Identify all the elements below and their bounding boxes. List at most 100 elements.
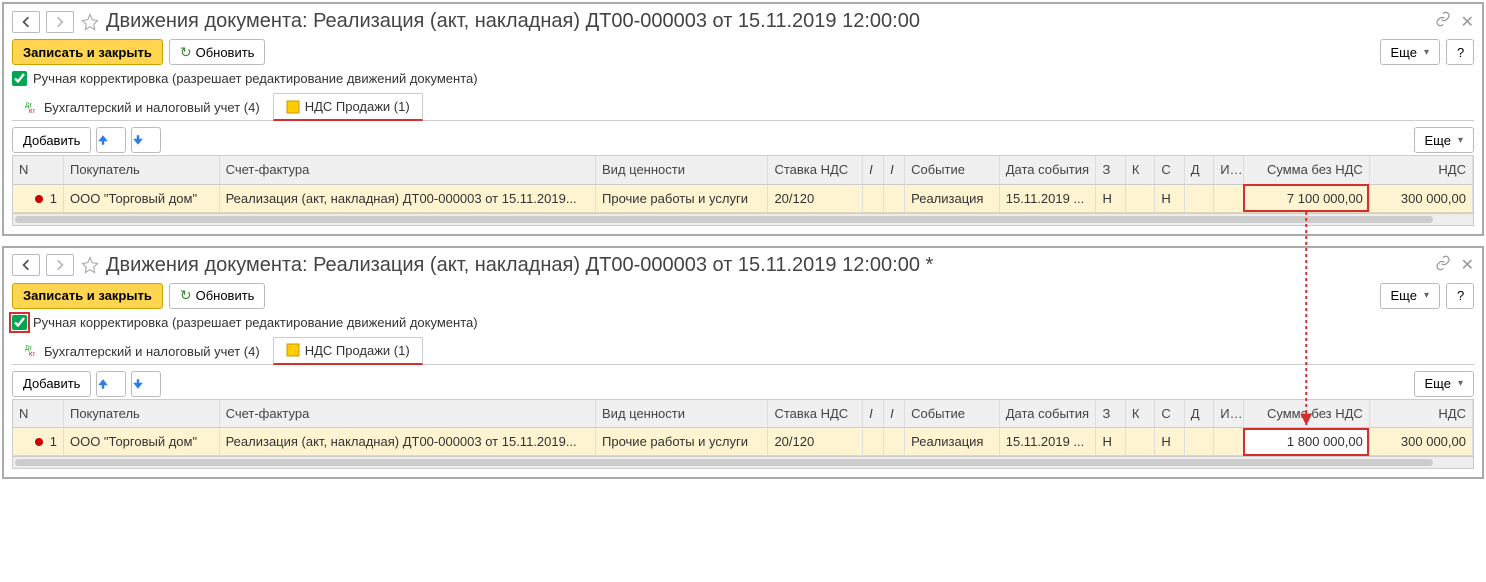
col-event[interactable]: Событие [905, 156, 1000, 184]
table-more-button[interactable]: Еще [1414, 127, 1474, 153]
col-sum[interactable]: Сумма без НДС [1243, 400, 1369, 428]
col-s4[interactable]: Д [1184, 400, 1213, 428]
cell-n[interactable]: 1 [13, 184, 63, 212]
cell-s3[interactable]: Н [1155, 184, 1184, 212]
cell-valtype[interactable]: Прочие работы и услуги [596, 428, 768, 456]
cell-s4[interactable] [1184, 184, 1213, 212]
col-event[interactable]: Событие [905, 400, 1000, 428]
move-up-button[interactable] [96, 127, 126, 153]
add-row-button[interactable]: Добавить [12, 371, 91, 397]
help-button[interactable]: ? [1446, 39, 1474, 65]
cell-flag-r[interactable] [884, 184, 905, 212]
col-flag-r[interactable]: I [884, 156, 905, 184]
nav-forward-button[interactable] [46, 254, 74, 276]
save-close-button[interactable]: Записать и закрыть [12, 39, 163, 65]
table-row[interactable]: 1 ООО "Торговый дом" Реализация (акт, на… [13, 184, 1473, 212]
favorite-star-icon[interactable] [80, 12, 100, 32]
col-s5[interactable]: И... [1214, 400, 1243, 428]
close-icon[interactable]: ✕ [1461, 12, 1474, 32]
cell-s4[interactable] [1184, 428, 1213, 456]
cell-s5[interactable] [1214, 184, 1243, 212]
col-invoice[interactable]: Счет-фактура [219, 400, 595, 428]
cell-s2[interactable] [1125, 184, 1154, 212]
refresh-button[interactable]: ↻Обновить [169, 39, 266, 65]
col-flag-r[interactable]: I [884, 400, 905, 428]
col-s3[interactable]: С [1155, 156, 1184, 184]
more-button[interactable]: Еще [1380, 283, 1440, 309]
cell-flag-l[interactable] [863, 184, 884, 212]
col-sum[interactable]: Сумма без НДС [1243, 156, 1369, 184]
col-s5[interactable]: И... [1214, 156, 1243, 184]
cell-evdate[interactable]: 15.11.2019 ... [999, 184, 1096, 212]
cell-n[interactable]: 1 [13, 428, 63, 456]
cell-s3[interactable]: Н [1155, 428, 1184, 456]
data-grid[interactable]: N Покупатель Счет-фактура Вид ценности С… [12, 155, 1474, 226]
col-s4[interactable]: Д [1184, 156, 1213, 184]
data-grid[interactable]: N Покупатель Счет-фактура Вид ценности С… [12, 399, 1474, 470]
horizontal-scrollbar[interactable] [13, 213, 1473, 225]
col-buyer[interactable]: Покупатель [63, 156, 219, 184]
cell-vat[interactable]: 300 000,00 [1369, 428, 1472, 456]
col-s2[interactable]: К [1125, 400, 1154, 428]
col-flag-l[interactable]: I [863, 400, 884, 428]
cell-vatrate[interactable]: 20/120 [768, 184, 863, 212]
link-icon[interactable] [1435, 255, 1451, 276]
cell-valtype[interactable]: Прочие работы и услуги [596, 184, 768, 212]
more-button[interactable]: Еще [1380, 39, 1440, 65]
link-icon[interactable] [1435, 11, 1451, 32]
manual-correction-checkbox[interactable] [12, 315, 27, 330]
col-valtype[interactable]: Вид ценности [596, 156, 768, 184]
col-flag-l[interactable]: I [863, 156, 884, 184]
manual-correction-checkbox[interactable] [12, 71, 27, 86]
cell-buyer[interactable]: ООО "Торговый дом" [63, 184, 219, 212]
col-n[interactable]: N [13, 156, 63, 184]
nav-back-button[interactable] [12, 11, 40, 33]
col-s3[interactable]: С [1155, 400, 1184, 428]
cell-sum-novat[interactable]: 7 100 000,00 [1243, 184, 1369, 212]
tab-accounting[interactable]: ДтКт Бухгалтерский и налоговый учет (4) [12, 93, 273, 121]
col-evdate[interactable]: Дата события [999, 156, 1096, 184]
cell-s2[interactable] [1125, 428, 1154, 456]
cell-flag-l[interactable] [863, 428, 884, 456]
table-row[interactable]: 1 ООО "Торговый дом" Реализация (акт, на… [13, 428, 1473, 456]
tab-vat-sales[interactable]: НДС Продажи (1) [273, 93, 423, 121]
cell-event[interactable]: Реализация [905, 184, 1000, 212]
refresh-button[interactable]: ↻Обновить [169, 283, 266, 309]
cell-flag-r[interactable] [884, 428, 905, 456]
tab-vat-sales[interactable]: НДС Продажи (1) [273, 337, 423, 365]
move-down-button[interactable] [131, 127, 161, 153]
col-s2[interactable]: К [1125, 156, 1154, 184]
cell-invoice[interactable]: Реализация (акт, накладная) ДТ00-000003 … [219, 184, 595, 212]
col-s1[interactable]: З [1096, 156, 1125, 184]
col-valtype[interactable]: Вид ценности [596, 400, 768, 428]
col-vatrate[interactable]: Ставка НДС [768, 156, 863, 184]
col-evdate[interactable]: Дата события [999, 400, 1096, 428]
table-more-button[interactable]: Еще [1414, 371, 1474, 397]
nav-back-button[interactable] [12, 254, 40, 276]
cell-vatrate[interactable]: 20/120 [768, 428, 863, 456]
move-down-button[interactable] [131, 371, 161, 397]
cell-invoice[interactable]: Реализация (акт, накладная) ДТ00-000003 … [219, 428, 595, 456]
cell-s1[interactable]: Н [1096, 428, 1125, 456]
move-up-button[interactable] [96, 371, 126, 397]
cell-buyer[interactable]: ООО "Торговый дом" [63, 428, 219, 456]
cell-s1[interactable]: Н [1096, 184, 1125, 212]
col-s1[interactable]: З [1096, 400, 1125, 428]
col-buyer[interactable]: Покупатель [63, 400, 219, 428]
nav-forward-button[interactable] [46, 11, 74, 33]
col-invoice[interactable]: Счет-фактура [219, 156, 595, 184]
col-vatrate[interactable]: Ставка НДС [768, 400, 863, 428]
col-vat[interactable]: НДС [1369, 400, 1472, 428]
help-button[interactable]: ? [1446, 283, 1474, 309]
horizontal-scrollbar[interactable] [13, 456, 1473, 468]
cell-sum-novat[interactable]: 1 800 000,00 [1243, 428, 1369, 456]
save-close-button[interactable]: Записать и закрыть [12, 283, 163, 309]
col-vat[interactable]: НДС [1369, 156, 1472, 184]
cell-vat[interactable]: 300 000,00 [1369, 184, 1472, 212]
tab-accounting[interactable]: ДтКт Бухгалтерский и налоговый учет (4) [12, 337, 273, 365]
favorite-star-icon[interactable] [80, 255, 100, 275]
cell-s5[interactable] [1214, 428, 1243, 456]
col-n[interactable]: N [13, 400, 63, 428]
add-row-button[interactable]: Добавить [12, 127, 91, 153]
close-icon[interactable]: ✕ [1461, 255, 1474, 275]
